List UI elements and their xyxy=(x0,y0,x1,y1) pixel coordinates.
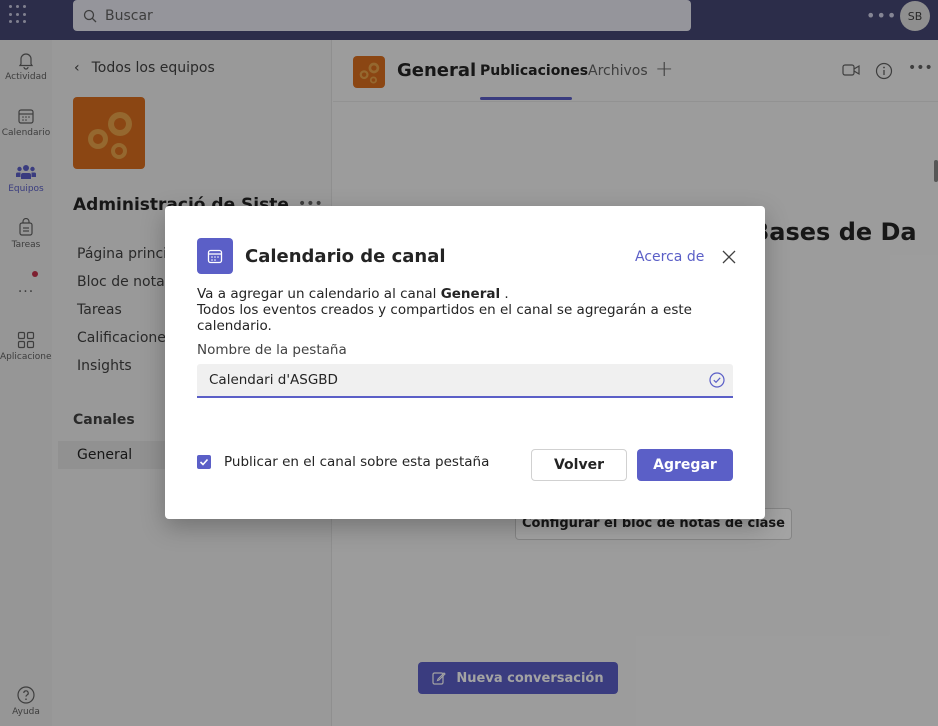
add-button[interactable]: Agregar xyxy=(637,449,733,481)
dialog-description: Va a agregar un calendario al canal Gene… xyxy=(197,286,765,334)
tab-name-label: Nombre de la pestaña xyxy=(197,342,347,358)
close-icon[interactable] xyxy=(721,249,737,265)
desc-channel: General xyxy=(440,286,501,302)
tab-name-input[interactable]: Calendari d'ASGBD xyxy=(197,364,733,398)
desc-prefix: Va a agregar un calendario al canal xyxy=(197,286,441,302)
description-line-1: Va a agregar un calendario al canal Gene… xyxy=(197,286,765,302)
post-to-channel-checkbox[interactable] xyxy=(197,455,211,469)
valid-check-icon xyxy=(709,372,725,388)
description-line-2: Todos los eventos creados y compartidos … xyxy=(197,302,692,334)
back-button[interactable]: Volver xyxy=(531,449,627,481)
post-to-channel-label[interactable]: Publicar en el canal sobre esta pestaña xyxy=(224,454,489,470)
desc-suffix: . xyxy=(500,286,509,302)
calendar-icon xyxy=(207,249,223,264)
channel-calendar-dialog: Calendario de canal Acerca de Va a agreg… xyxy=(165,206,765,519)
checkmark-icon xyxy=(199,458,209,466)
calendar-app-icon xyxy=(197,238,233,274)
dialog-title: Calendario de canal xyxy=(245,246,446,267)
about-link[interactable]: Acerca de xyxy=(635,249,704,265)
tab-name-value: Calendari d'ASGBD xyxy=(209,372,338,388)
